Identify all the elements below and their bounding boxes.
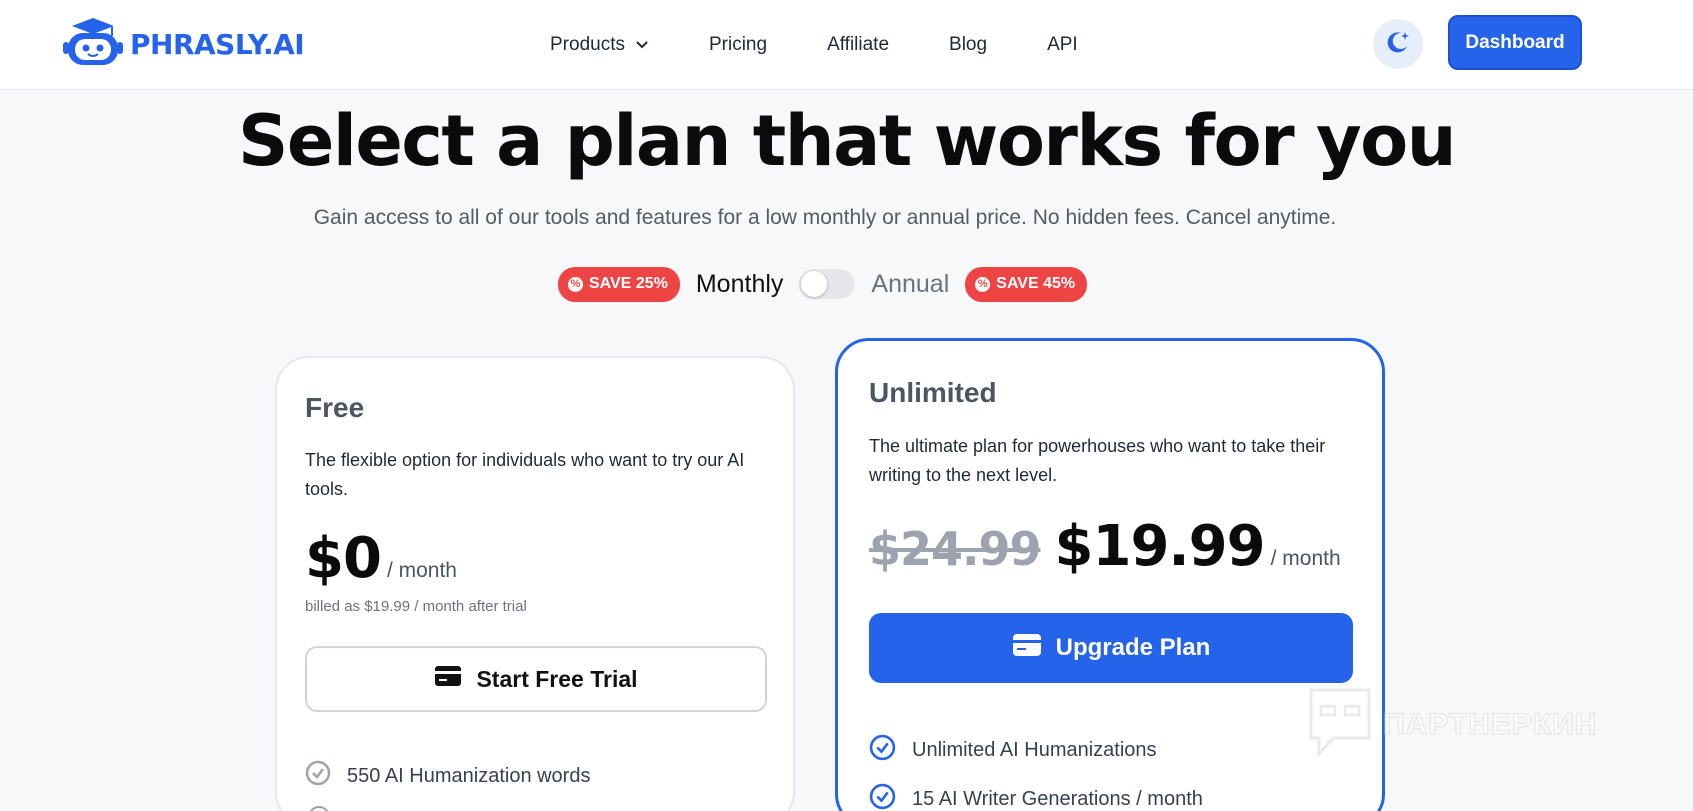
billing-toggle: % SAVE 25% Monthly Annual % SAVE 45% <box>558 265 1088 303</box>
save-badge-monthly-label: SAVE 25% <box>589 275 668 292</box>
save-badge-annual: % SAVE 45% <box>965 266 1088 302</box>
billed-note: billed as $19.99 / month after trial <box>305 598 527 615</box>
price-period: / month <box>1270 547 1341 570</box>
moon-icon <box>1385 29 1411 60</box>
watermark: ПАРТНЕРКИН <box>1307 686 1597 763</box>
price-period: / month <box>386 559 457 582</box>
plan-card-unlimited: Unlimited The ultimate plan for powerhou… <box>835 338 1385 811</box>
feature-item: Unlimited AI Humanizations <box>869 734 1157 767</box>
monthly-label[interactable]: Monthly <box>696 270 784 299</box>
plan-card-free: Free The flexible option for individuals… <box>275 356 795 811</box>
credit-card-icon <box>1012 633 1042 664</box>
feature-label: 550 AI Humanization words <box>347 764 591 787</box>
feature-label: 15 AI Writer Generations / month <box>912 788 1203 810</box>
upgrade-plan-button[interactable]: Upgrade Plan <box>869 613 1353 683</box>
feature-icon-partial <box>308 806 330 811</box>
percent-icon: % <box>568 276 583 292</box>
feature-item: 550 AI Humanization words <box>305 760 590 792</box>
page-subtitle: Gain access to all of our tools and feat… <box>313 206 1337 229</box>
logo-text: PHRASLY.AI <box>130 28 305 61</box>
price-row: $0 / month <box>305 526 457 591</box>
feature-label: Unlimited AI Humanizations <box>912 739 1157 761</box>
price-row: $24.99 $19.99 / month <box>869 514 1341 579</box>
logo[interactable]: PHRASLY.AI <box>62 16 305 73</box>
original-price: $24.99 <box>869 522 1042 576</box>
theme-toggle-button[interactable] <box>1373 19 1423 69</box>
main-nav: Products Pricing Affiliate Blog API <box>550 0 1138 90</box>
site-header: PHRASLY.AI Products Pricing Affiliate Bl… <box>0 0 1693 90</box>
nav-affiliate[interactable]: Affiliate <box>827 34 889 56</box>
plan-name: Free <box>305 392 365 423</box>
dashboard-button[interactable]: Dashboard <box>1448 15 1582 70</box>
annual-label[interactable]: Annual <box>871 270 949 299</box>
plan-name: Unlimited <box>869 377 997 408</box>
chevron-down-icon <box>635 34 649 56</box>
watermark-text: ПАРТНЕРКИН <box>1382 707 1598 741</box>
page-title: Select a plan that works for you <box>237 100 1457 182</box>
nav-products-label: Products <box>550 34 625 55</box>
nav-products[interactable]: Products <box>550 34 649 56</box>
check-circle-icon <box>869 734 896 767</box>
feature-item: 15 AI Writer Generations / month <box>869 783 1203 811</box>
plan-price: $0 <box>305 526 382 591</box>
plan-description: The ultimate plan for powerhouses who wa… <box>869 436 1326 485</box>
robot-logo-icon <box>62 16 124 73</box>
check-circle-icon <box>305 760 331 792</box>
switch-knob <box>801 271 828 297</box>
nav-blog[interactable]: Blog <box>949 34 987 56</box>
nav-api[interactable]: API <box>1047 34 1078 56</box>
plan-description: The flexible option for individuals who … <box>305 450 745 499</box>
start-free-trial-button[interactable]: Start Free Trial <box>305 646 767 712</box>
percent-icon: % <box>975 276 991 292</box>
upgrade-plan-label: Upgrade Plan <box>1055 634 1211 661</box>
check-circle-icon <box>869 783 896 811</box>
start-free-trial-label: Start Free Trial <box>476 665 638 692</box>
save-badge-annual-label: SAVE 45% <box>996 275 1076 292</box>
nav-pricing[interactable]: Pricing <box>709 34 767 56</box>
credit-card-icon <box>434 665 462 693</box>
save-badge-monthly: % SAVE 25% <box>558 266 680 302</box>
plan-price: $19.99 <box>1054 514 1266 579</box>
chat-bubble-icon <box>1307 686 1373 763</box>
billing-period-switch[interactable] <box>799 269 856 299</box>
